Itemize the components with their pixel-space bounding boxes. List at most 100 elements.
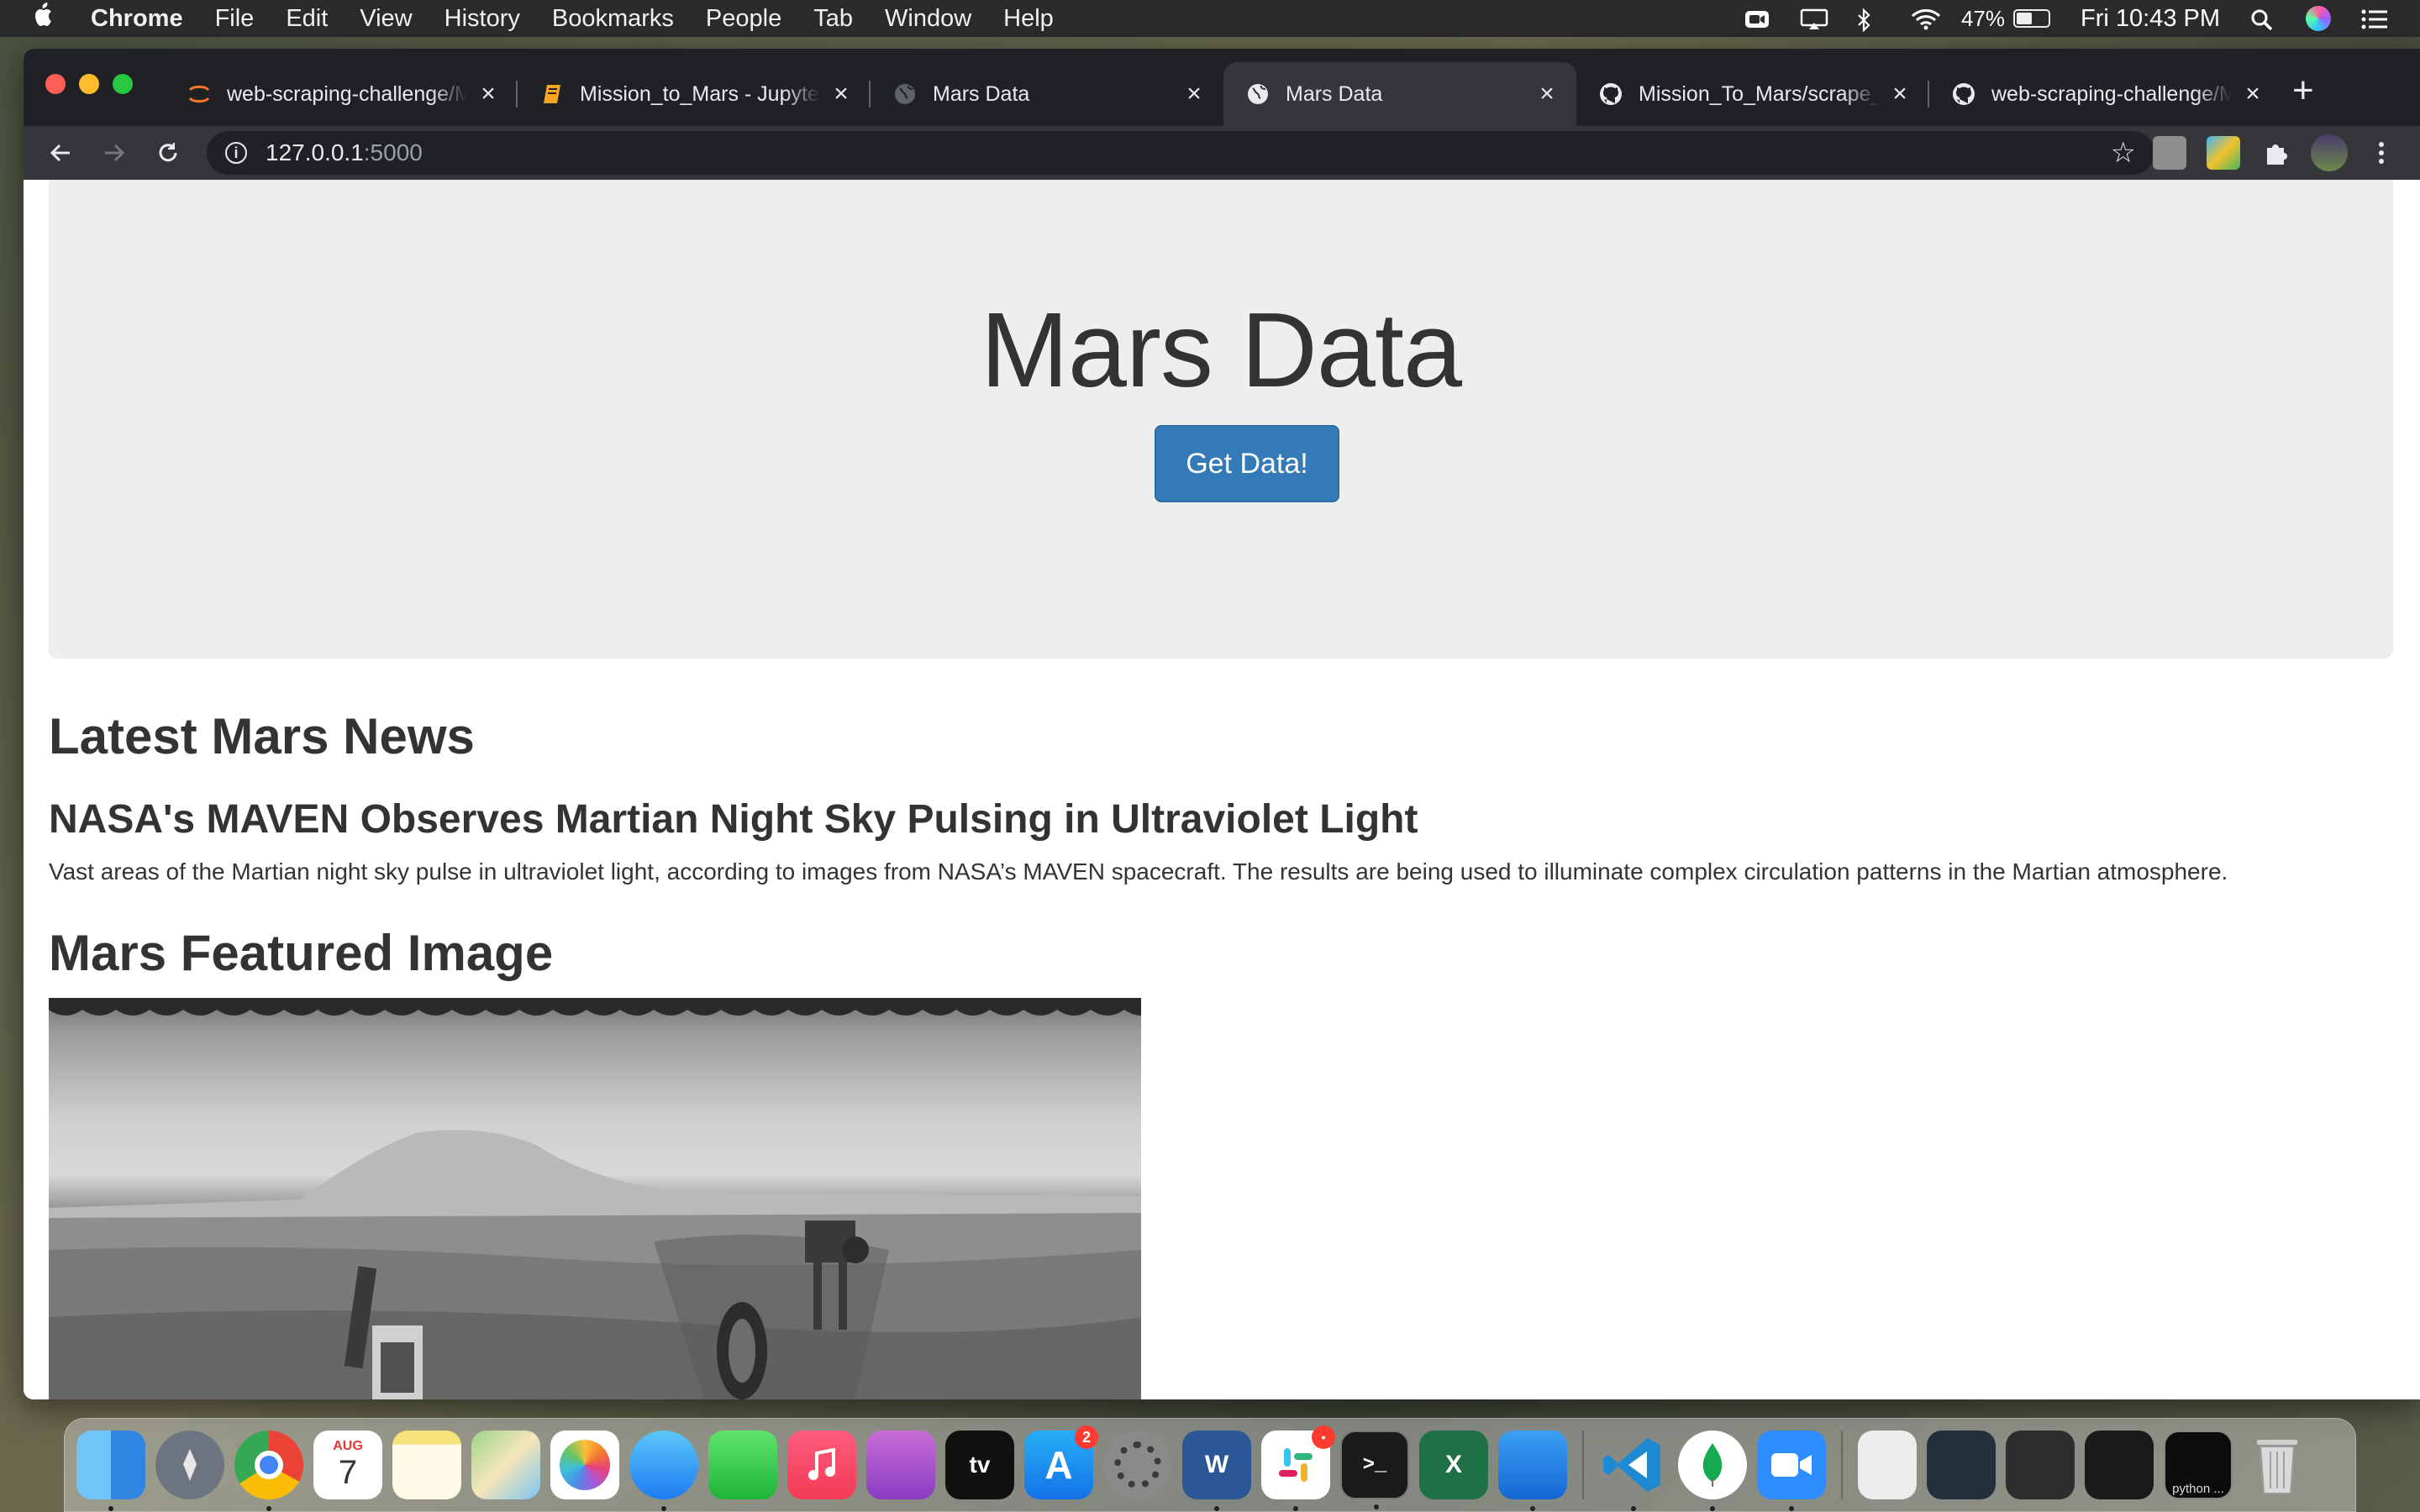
terminal-icon[interactable]: >_ — [1340, 1431, 1409, 1509]
battery-icon[interactable] — [2013, 9, 2050, 28]
window-preview-2[interactable] — [2006, 1431, 2075, 1499]
launchpad-icon[interactable] — [155, 1431, 224, 1499]
extension-color-icon[interactable] — [2207, 136, 2240, 170]
messages-icon[interactable] — [629, 1431, 698, 1511]
python-label: python ... — [2172, 1482, 2224, 1496]
window-preview-1[interactable] — [1927, 1431, 1996, 1499]
wifi-icon[interactable] — [1911, 8, 1940, 30]
tab-close-icon[interactable]: × — [1181, 80, 1207, 108]
system-preferences-icon[interactable] — [1103, 1431, 1172, 1499]
new-tab-plus-icon[interactable]: + — [2292, 72, 2314, 109]
zoom-status-icon[interactable] — [1744, 8, 1770, 29]
news-paragraph: Vast areas of the Martian night sky puls… — [49, 858, 2228, 885]
menu-history[interactable]: History — [445, 5, 520, 33]
terminal-label: >_ — [1362, 1453, 1387, 1477]
menu-people[interactable]: People — [706, 5, 781, 33]
status-area: 47% Fri 10:43 PM — [1714, 5, 2387, 33]
airplay-icon[interactable] — [1800, 8, 1828, 29]
tab-close-icon[interactable]: × — [1887, 80, 1912, 108]
word-label: W — [1204, 1451, 1229, 1478]
window-close-button[interactable] — [45, 74, 66, 94]
apple-tv-icon[interactable]: tv — [945, 1431, 1014, 1499]
globe-icon — [1245, 81, 1270, 107]
tab-web-scraping-challenge-jupyter[interactable]: web-scraping-challenge/Missions × — [165, 62, 518, 126]
facetime-icon[interactable] — [708, 1431, 777, 1499]
vscode-icon[interactable] — [1599, 1431, 1668, 1511]
tab-close-icon[interactable]: × — [1534, 80, 1560, 108]
tab-close-icon[interactable]: × — [2240, 80, 2265, 108]
url-port: :5000 — [363, 139, 423, 165]
tv-label: tv — [969, 1452, 991, 1478]
bluetooth-icon[interactable] — [1855, 8, 1881, 33]
news-title: NASA's MAVEN Observes Martian Night Sky … — [49, 797, 1418, 842]
word-icon[interactable]: W — [1182, 1431, 1251, 1511]
tab-close-icon[interactable]: × — [829, 80, 854, 108]
tab-github-scrape-mars[interactable]: Mission_To_Mars/scrape_mars.py × — [1576, 62, 1929, 126]
notification-center-icon[interactable] — [2361, 8, 2387, 29]
tab-close-icon[interactable]: × — [476, 80, 501, 108]
tab-title: Mission_to_Mars - Jupyter Notebook — [580, 81, 820, 106]
podcasts-icon[interactable] — [866, 1431, 935, 1499]
extensions-puzzle-icon[interactable] — [2260, 136, 2294, 170]
tab-github-web-scraping-challenge[interactable]: web-scraping-challenge/Missions × — [1929, 62, 2282, 126]
battery-percent: 47% — [1960, 5, 2005, 31]
browser-window: web-scraping-challenge/Missions × Missio… — [24, 49, 2420, 1399]
site-info-icon[interactable]: i — [225, 142, 247, 164]
notes-icon[interactable] — [392, 1431, 461, 1499]
calendar-icon[interactable]: AUG 7 — [313, 1431, 382, 1499]
spotlight-search-icon[interactable] — [2250, 8, 2275, 31]
window-zoom-button[interactable] — [113, 74, 133, 94]
menu-app-chrome[interactable]: Chrome — [91, 5, 183, 33]
menu-file[interactable]: File — [215, 5, 255, 33]
page-content: Mars Data Get Data! Latest Mars News NAS… — [24, 180, 2420, 1399]
menu-help[interactable]: Help — [1003, 5, 1054, 33]
url-host: 127.0.0.1 — [266, 139, 364, 165]
finder-icon[interactable] — [76, 1431, 145, 1511]
excel-label: X — [1444, 1451, 1462, 1478]
csv-file-icon[interactable] — [1858, 1431, 1917, 1499]
app-store-icon[interactable]: A 2 — [1024, 1425, 1098, 1499]
chrome-icon[interactable] — [234, 1431, 303, 1511]
slack-icon[interactable]: • — [1261, 1425, 1335, 1511]
profile-avatar[interactable] — [2311, 134, 2348, 171]
trash-icon[interactable] — [2243, 1431, 2312, 1499]
back-arrow-icon[interactable] — [44, 136, 77, 170]
maps-icon[interactable] — [471, 1431, 540, 1499]
menu-edit[interactable]: Edit — [286, 5, 328, 33]
menu-window[interactable]: Window — [885, 5, 971, 33]
tab-mission-to-mars-notebook[interactable]: Mission_to_Mars - Jupyter Notebook × — [518, 62, 871, 126]
forward-arrow-icon[interactable] — [97, 136, 131, 170]
zoom-icon[interactable] — [1757, 1431, 1826, 1511]
mongodb-compass-icon[interactable] — [1678, 1431, 1747, 1511]
extension-icon[interactable] — [2153, 136, 2186, 170]
siri-icon[interactable] — [2306, 6, 2331, 31]
menu-bookmarks[interactable]: Bookmarks — [552, 5, 674, 33]
reload-icon[interactable] — [151, 136, 185, 170]
address-bar[interactable]: i 127.0.0.1 :5000 ☆ — [207, 131, 2154, 175]
browser-toolbar: i 127.0.0.1 :5000 ☆ — [24, 126, 2420, 180]
clock[interactable]: Fri 10:43 PM — [2081, 5, 2220, 33]
tab-mars-data-1[interactable]: Mars Data × — [871, 62, 1223, 126]
bookmark-star-icon[interactable]: ☆ — [2111, 136, 2136, 170]
get-data-button[interactable]: Get Data! — [1155, 425, 1339, 502]
menu-view[interactable]: View — [360, 5, 412, 33]
tab-title: Mars Data — [933, 81, 1030, 106]
github-icon — [1951, 81, 1976, 107]
music-icon[interactable] — [787, 1431, 856, 1499]
tab-mars-data-active[interactable]: Mars Data × — [1223, 62, 1576, 126]
calendar-month: AUG — [333, 1438, 363, 1453]
chrome-menu-icon[interactable] — [2373, 136, 2390, 170]
excel-icon[interactable]: X — [1419, 1431, 1488, 1499]
xcode-icon[interactable] — [1498, 1431, 1567, 1511]
menu-tab[interactable]: Tab — [813, 5, 853, 33]
globe-icon — [892, 81, 918, 107]
page-title: Mars Data — [980, 291, 1462, 409]
github-icon — [1598, 81, 1623, 107]
app-store-badge: 2 — [1075, 1425, 1098, 1449]
window-minimize-button[interactable] — [79, 74, 99, 94]
tab-title: web-scraping-challenge/Missions — [227, 81, 467, 106]
apple-menu-icon[interactable] — [32, 2, 66, 35]
python-terminal-preview[interactable]: python ... — [2164, 1431, 2233, 1499]
window-preview-3[interactable] — [2085, 1431, 2154, 1499]
photos-icon[interactable] — [550, 1431, 619, 1499]
